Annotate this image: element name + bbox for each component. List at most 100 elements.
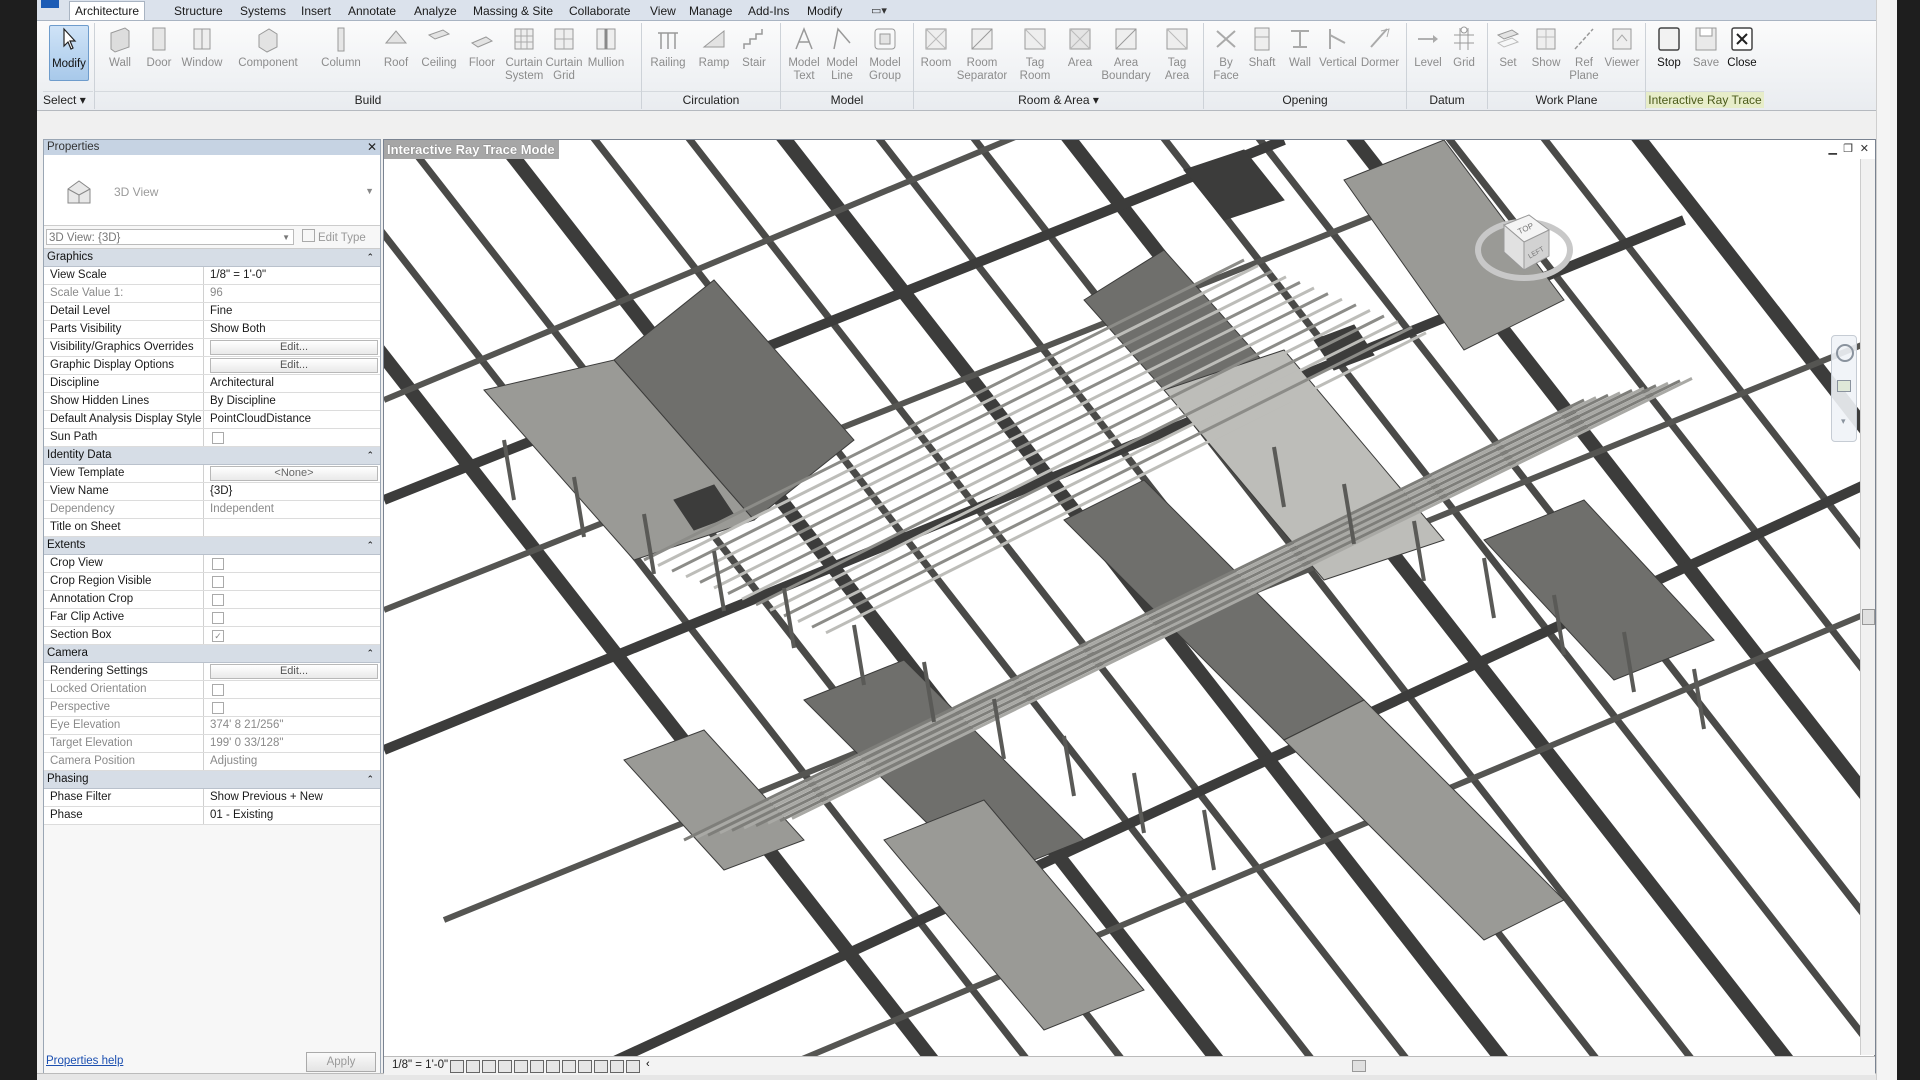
shadows-icon[interactable] [498,1060,512,1073]
stair-button[interactable]: Stair [737,25,771,70]
tab-add-ins[interactable]: Add-Ins [748,2,789,20]
close-icon[interactable]: ✕ [367,140,377,155]
tab-architecture[interactable]: Architecture [69,1,146,20]
property-value[interactable]: 199' 0 33/128" [210,735,378,752]
door-button[interactable]: Door [144,25,174,70]
property-checkbox[interactable] [212,702,224,714]
pipe[interactable] [719,391,1621,835]
pipe-drop[interactable] [1202,809,1216,871]
model-line-button[interactable]: Model Line [823,25,861,83]
edit-button[interactable]: Edit... [210,664,378,679]
property-value[interactable]: By Discipline [210,393,378,410]
panel-select[interactable]: Select ▾ [43,91,93,108]
tab-annotate[interactable]: Annotate [348,2,396,20]
pipe-drop[interactable] [1482,557,1496,619]
property-value[interactable]: 1/8" = 1'-0" [210,267,378,284]
navigation-bar[interactable]: ▾ [1831,335,1857,442]
zoom-icon[interactable] [1837,380,1851,392]
collapse-icon[interactable]: ⌃ [366,537,374,554]
floor-button[interactable]: Floor [465,25,499,70]
crop-region-icon[interactable] [546,1060,560,1073]
property-checkbox[interactable]: ✓ [212,630,224,642]
shaft-button[interactable]: Shaft [1245,25,1279,70]
edit-button[interactable]: Edit... [210,358,378,373]
by-face-button[interactable]: By Face [1209,25,1243,83]
room-separator-button[interactable]: Room Separator [955,25,1009,83]
edit-type-button[interactable]: Edit Type [302,229,366,244]
dormer-button[interactable]: Dormer [1360,25,1400,70]
room-button[interactable]: Room [919,25,953,70]
set-button[interactable]: Set [1493,25,1523,70]
railing-button[interactable]: Railing [647,25,689,70]
tab-systems[interactable]: Systems [240,2,286,20]
collapse-icon[interactable]: ⌃ [366,771,374,788]
tab-modify[interactable]: Modify [807,2,842,20]
chevron-left-icon[interactable]: ‹ [646,1058,650,1070]
property-checkbox[interactable] [212,576,224,588]
section-identity[interactable]: Identity Data ⌃ [44,447,380,465]
application-menu-button[interactable] [41,0,59,8]
collapse-icon[interactable]: ⌃ [366,447,374,464]
wall-button[interactable]: Wall [105,25,135,70]
pipe-drop[interactable] [852,624,866,686]
3d-view-window[interactable]: Interactive Ray Trace Mode ▁ ❐ ✕ TOP LEF… [383,139,1876,1076]
properties-help-link[interactable]: Properties help [46,1055,123,1067]
crop-view-icon[interactable] [530,1060,544,1073]
stop-button[interactable]: Stop [1651,25,1687,70]
property-checkbox[interactable] [212,594,224,606]
visual-style-icon[interactable] [466,1060,480,1073]
vertical-scroll-thumb[interactable] [1862,609,1875,625]
reveal-hidden-icon[interactable] [594,1060,608,1073]
tab-manage[interactable]: Manage [689,2,732,20]
component-button[interactable]: Component [234,25,302,70]
tag-room-button[interactable]: Tag Room [1015,25,1055,83]
vertical-button[interactable]: Vertical [1318,25,1358,70]
window-button[interactable]: Window [180,25,224,70]
property-value[interactable]: PointCloudDistance [210,411,378,428]
property-value[interactable]: Adjusting [210,753,378,770]
area-boundary-button[interactable]: Area Boundary [1101,25,1151,83]
tab-massing-site[interactable]: Massing & Site [473,2,553,20]
equipment-box[interactable] [1183,149,1285,221]
model-text-button[interactable]: Model Text [785,25,823,83]
viewcube[interactable]: TOP LEFT [1474,190,1574,290]
ribbon-minimize-icon[interactable]: ▭▾ [871,4,887,17]
panel-room-area[interactable]: Room & Area ▾ [914,91,1203,108]
steering-wheel-icon[interactable] [1836,344,1854,362]
area-button[interactable]: Area [1063,25,1097,70]
property-checkbox[interactable] [212,612,224,624]
mullion-button[interactable]: Mullion [586,25,626,70]
apply-button[interactable]: Apply [306,1052,376,1072]
property-checkbox[interactable] [212,432,224,444]
save-button[interactable]: Save [1689,25,1723,70]
property-value[interactable]: 96 [210,285,378,302]
level-button[interactable]: Level [1411,25,1445,70]
roof-button[interactable]: Roof [379,25,413,70]
restore-icon[interactable]: ❐ [1843,142,1853,155]
property-value[interactable]: Fine [210,303,378,320]
column-button[interactable]: Column [316,25,366,70]
type-selector[interactable]: 3D View ▼ [44,155,380,226]
detail-level-icon[interactable] [450,1060,464,1073]
minimize-icon[interactable]: ▁ [1829,142,1837,155]
show-constraints-icon[interactable] [626,1060,640,1073]
section-camera[interactable]: Camera ⌃ [44,645,380,663]
main-duct[interactable] [1283,699,1565,941]
property-value[interactable] [210,519,378,536]
wall-opening-button[interactable]: Wall [1283,25,1317,70]
collapse-icon[interactable]: ⌃ [366,645,374,662]
viewer-button[interactable]: Viewer [1603,25,1641,70]
sun-path-icon[interactable] [482,1060,496,1073]
collapse-icon[interactable]: ⌃ [366,249,374,266]
tab-structure[interactable]: Structure [174,2,223,20]
section-phasing[interactable]: Phasing ⌃ [44,771,380,789]
property-value[interactable]: Show Both [210,321,378,338]
section-graphics[interactable]: Graphics ⌃ [44,249,380,267]
view-template-button[interactable]: <None> [210,466,378,481]
ref-plane-button[interactable]: Ref Plane [1567,25,1601,83]
vertical-scrollbar[interactable] [1860,159,1875,1055]
model-group-button[interactable]: Model Group [863,25,907,83]
horizontal-scrollbar[interactable] [724,1060,1865,1072]
show-button[interactable]: Show [1529,25,1563,70]
horizontal-scroll-thumb[interactable] [1351,1060,1366,1072]
